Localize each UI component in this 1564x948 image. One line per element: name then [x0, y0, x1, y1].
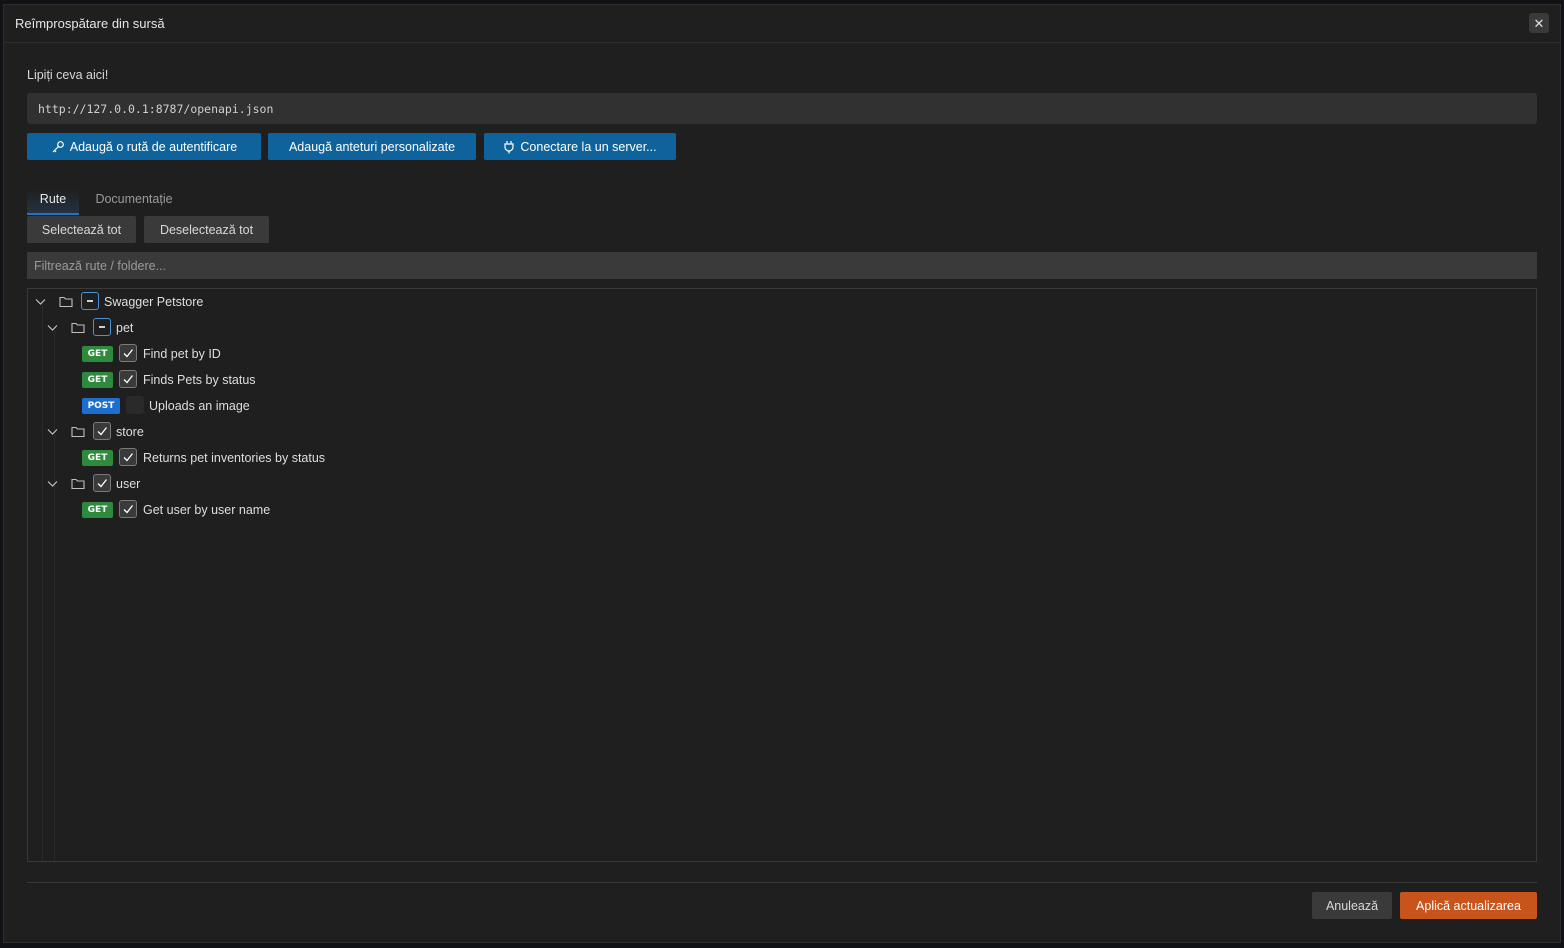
close-icon: ✕ — [1533, 15, 1545, 31]
route-checkbox[interactable] — [119, 370, 137, 388]
tree-route-row[interactable]: GET Get user by user name — [28, 497, 1536, 523]
folder-icon — [71, 478, 85, 490]
key-icon — [52, 140, 64, 152]
add-custom-headers-button[interactable]: Adaugă anteturi personalizate — [268, 133, 476, 160]
chevron-down-icon[interactable] — [34, 295, 47, 308]
check-icon — [123, 349, 134, 358]
tree-root-label: Swagger Petstore — [104, 295, 204, 309]
apply-update-label: Aplică actualizarea — [1416, 898, 1521, 913]
tab-documentation-label: Documentație — [95, 192, 173, 206]
cancel-label: Anulează — [1325, 898, 1379, 913]
partial-check-dash — [99, 326, 105, 328]
route-checkbox[interactable] — [119, 448, 137, 466]
folder-icon — [71, 322, 85, 334]
check-icon — [97, 479, 108, 488]
tree-route-row[interactable]: GET Returns pet inventories by status — [28, 445, 1536, 471]
get-method-badge: GET — [82, 372, 113, 388]
folder-icon — [71, 426, 85, 438]
folder-pet-label: pet — [116, 321, 134, 335]
route-tree: Swagger Petstore pet GET Find pet by ID … — [27, 288, 1537, 862]
deselect-all-label: Deselectează tot — [159, 222, 254, 237]
paste-label: Lipiți ceva aici! — [27, 68, 109, 82]
folder-icon — [59, 296, 73, 308]
connect-server-label: Conectare la un server... — [520, 139, 657, 154]
chevron-down-icon[interactable] — [46, 477, 59, 490]
tree-folder-row[interactable]: store — [28, 419, 1536, 445]
dialog-title: Reîmprospătare din sursă — [15, 16, 165, 31]
route-label: Find pet by ID — [143, 347, 221, 361]
tab-documentation[interactable]: Documentație — [87, 189, 181, 215]
tree-folder-row[interactable]: user — [28, 471, 1536, 497]
tree-root-row[interactable]: Swagger Petstore — [28, 289, 1536, 315]
add-auth-route-button[interactable]: Adaugă o rută de autentificare — [27, 133, 261, 160]
partial-check-dash — [87, 300, 93, 302]
route-checkbox[interactable] — [126, 396, 144, 414]
connect-server-button[interactable]: Conectare la un server... — [484, 133, 676, 160]
route-checkbox[interactable] — [119, 500, 137, 518]
route-label: Returns pet inventories by status — [143, 451, 326, 465]
tree-route-row[interactable]: POST Uploads an image — [28, 393, 1536, 419]
route-label: Get user by user name — [143, 503, 271, 517]
tree-route-row[interactable]: GET Find pet by ID — [28, 341, 1536, 367]
refresh-from-source-dialog: Reîmprospătare din sursă ✕ Lipiți ceva a… — [3, 4, 1561, 943]
route-label: Finds Pets by status — [143, 373, 256, 387]
folder-user-checkbox[interactable] — [93, 474, 111, 492]
route-filter-input[interactable]: Filtrează rute / foldere... — [27, 252, 1537, 279]
add-auth-route-label: Adaugă o rută de autentificare — [69, 139, 238, 154]
check-icon — [123, 505, 134, 514]
folder-user-label: user — [116, 477, 141, 491]
apply-update-button[interactable]: Aplică actualizarea — [1400, 892, 1537, 919]
folder-store-checkbox[interactable] — [93, 422, 111, 440]
route-label: Uploads an image — [149, 399, 250, 413]
chevron-down-icon[interactable] — [46, 425, 59, 438]
plug-icon — [504, 140, 515, 153]
footer-divider — [27, 882, 1537, 883]
cancel-button[interactable]: Anulează — [1312, 892, 1392, 919]
tree-root-checkbox[interactable] — [81, 292, 99, 310]
deselect-all-button[interactable]: Deselectează tot — [144, 216, 269, 243]
source-url-input[interactable]: http://127.0.0.1:8787/openapi.json — [27, 93, 1537, 124]
close-button[interactable]: ✕ — [1529, 13, 1549, 33]
check-icon — [123, 453, 134, 462]
select-all-label: Selectează tot — [41, 222, 122, 237]
tree-folder-row[interactable]: pet — [28, 315, 1536, 341]
check-icon — [97, 427, 108, 436]
route-checkbox[interactable] — [119, 344, 137, 362]
add-custom-headers-label: Adaugă anteturi personalizate — [288, 139, 456, 154]
tab-routes[interactable]: Rute — [27, 189, 79, 215]
folder-pet-checkbox[interactable] — [93, 318, 111, 336]
check-icon — [123, 375, 134, 384]
source-url-value: http://127.0.0.1:8787/openapi.json — [38, 101, 274, 116]
post-method-badge: POST — [82, 398, 120, 414]
chevron-down-icon[interactable] — [46, 321, 59, 334]
get-method-badge: GET — [82, 346, 113, 362]
dialog-titlebar: Reîmprospătare din sursă ✕ — [4, 5, 1560, 43]
get-method-badge: GET — [82, 450, 113, 466]
tree-route-row[interactable]: GET Finds Pets by status — [28, 367, 1536, 393]
route-filter-placeholder: Filtrează rute / foldere... — [34, 258, 167, 273]
folder-store-label: store — [116, 425, 144, 439]
select-all-button[interactable]: Selectează tot — [27, 216, 136, 243]
get-method-badge: GET — [82, 502, 113, 518]
tab-routes-label: Rute — [39, 192, 67, 206]
